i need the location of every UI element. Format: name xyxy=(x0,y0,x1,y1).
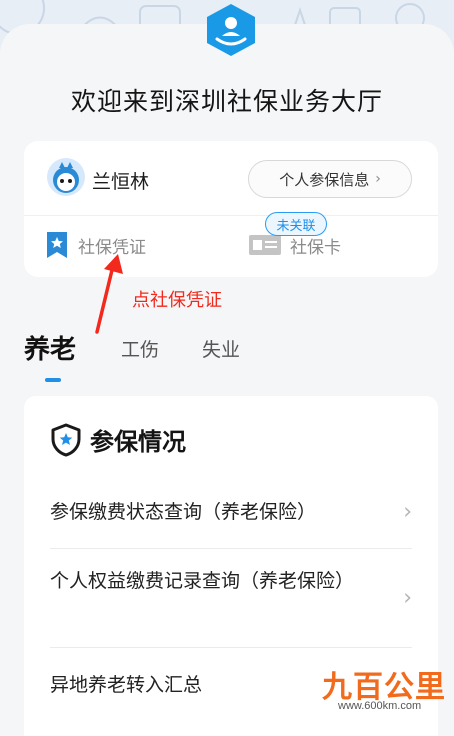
list-item-label: 参保缴费状态查询（养老保险） xyxy=(50,501,317,523)
chevron-right-icon: › xyxy=(375,171,381,187)
list-item-contribution-status[interactable]: 参保缴费状态查询（养老保险） › xyxy=(50,476,412,549)
list-item-contribution-records[interactable]: 个人权益缴费记录查询（养老保险） › xyxy=(50,549,412,648)
list-item-label: 个人权益缴费记录查询（养老保险） xyxy=(50,570,355,592)
avatar-mascot-icon xyxy=(53,162,79,193)
id-card-icon xyxy=(249,235,281,255)
annotation-text: 点社保凭证 xyxy=(132,290,222,311)
annotation-arrow-icon xyxy=(95,254,123,334)
person-in-hand-icon xyxy=(207,4,255,56)
tab-unemployment[interactable]: 失业 xyxy=(202,335,240,362)
user-card: 兰恒林 个人参保信息 › 社保凭证 社保卡 未关联 xyxy=(24,141,438,277)
personal-insurance-info-button[interactable]: 个人参保信息 › xyxy=(248,160,412,198)
panel-title: 参保情况 xyxy=(90,428,186,456)
watermark-url: www.600km.com xyxy=(338,700,422,712)
tab-indicator xyxy=(45,378,61,382)
personal-insurance-info-label: 个人参保信息 xyxy=(279,170,370,189)
shield-star-icon xyxy=(51,423,81,456)
avatar[interactable] xyxy=(47,158,85,196)
social-security-card-label: 社保卡 xyxy=(290,237,341,258)
divider xyxy=(24,215,438,216)
certificate-icon xyxy=(47,232,67,258)
user-name: 兰恒林 xyxy=(92,171,150,193)
panel-header: 参保情况 xyxy=(50,422,186,457)
watermark: 九百公里 www.600km.com xyxy=(322,662,454,718)
tab-pension[interactable]: 养老 xyxy=(24,329,76,366)
chevron-right-icon: › xyxy=(403,585,412,611)
status-badge: 未关联 xyxy=(265,212,327,236)
page-title: 欢迎来到深圳社保业务大厅 xyxy=(70,87,383,116)
tab-work-injury[interactable]: 工伤 xyxy=(121,335,159,362)
chevron-right-icon: › xyxy=(403,499,412,525)
